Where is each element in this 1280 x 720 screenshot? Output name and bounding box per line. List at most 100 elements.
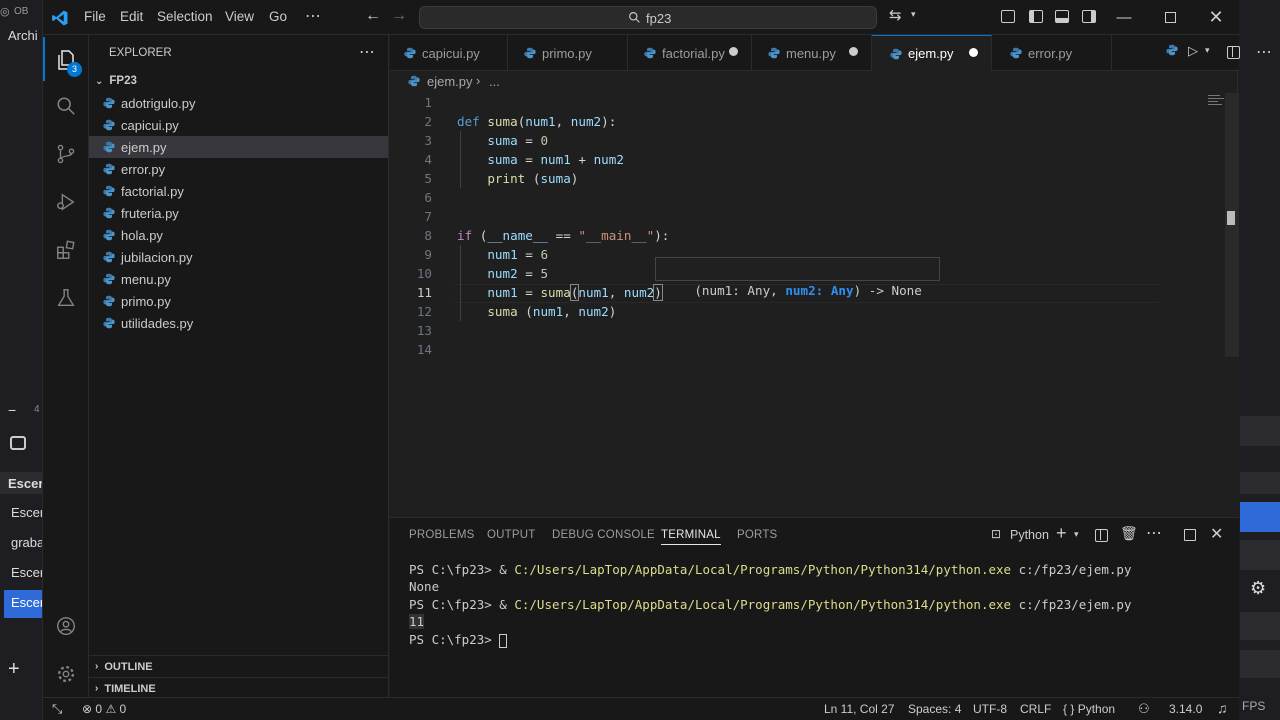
panel-tab-problems[interactable]: PROBLEMS [409,529,475,541]
run-file-icon[interactable]: ▷ [1188,43,1198,59]
file-item[interactable]: utilidades.py [89,312,388,334]
panel-tab-ports[interactable]: PORTS [737,529,777,541]
file-item[interactable]: capicui.py [89,114,388,136]
run-debug-icon[interactable] [43,179,89,225]
python-interpreter[interactable]: 3.14.0 [1169,702,1202,716]
terminal-name[interactable]: Python [1010,528,1049,542]
close-window-button[interactable]: ✕ [1193,0,1239,35]
panel-tab-debug-console[interactable]: DEBUG CONSOLE [552,529,655,541]
file-item[interactable]: ejem.py [89,136,388,158]
language-mode[interactable]: { } Python [1063,702,1115,716]
panel-tab-output[interactable]: OUTPUT [487,529,535,541]
minimize-button[interactable]: — [1101,0,1147,35]
error-count: 0 [95,702,103,716]
terminal-line: PS C:\fp23> & C:/Users/LapTop/AppData/Lo… [409,562,1131,577]
copilot-chevron-icon[interactable]: ▾ [911,9,916,20]
file-item[interactable]: fruteria.py [89,202,388,224]
toggle-sidebar-icon[interactable] [1029,10,1043,23]
testing-icon[interactable] [43,275,89,321]
accounts-icon[interactable] [43,603,89,649]
breadcrumb-file[interactable]: ejem.py [427,74,473,89]
tab-error[interactable]: error.py [992,35,1112,71]
terminal-output[interactable]: PS C:\fp23> & C:/Users/LapTop/AppData/Lo… [390,552,1239,692]
kill-terminal-icon[interactable]: 🗑︎ [1120,525,1138,542]
outline-label: OUTLINE [104,660,153,673]
split-editor-icon[interactable] [1227,46,1240,59]
explorer-icon[interactable]: 3 [43,37,89,83]
tab-menu[interactable]: menu.py [752,35,872,71]
explorer-more-icon[interactable]: ⋯ [359,42,375,62]
toggle-secondary-sidebar-icon[interactable] [1082,10,1096,23]
editor-more-icon[interactable]: ⋯ [1256,42,1272,62]
bg-scene-item[interactable]: Escer [11,565,42,580]
outline-section[interactable]: › OUTLINE [89,655,388,677]
encoding[interactable]: UTF-8 [973,702,1007,716]
split-terminal-icon[interactable] [1095,529,1108,542]
menu-view[interactable]: View [225,9,254,24]
unsaved-dot-icon[interactable] [729,47,738,56]
minimap[interactable] [1208,95,1224,107]
file-item[interactable]: error.py [89,158,388,180]
maximize-button[interactable] [1147,0,1193,35]
tab-ejem[interactable]: ejem.py [872,35,992,71]
menu-edit[interactable]: Edit [120,9,143,24]
indentation[interactable]: Spaces: 4 [908,702,961,716]
new-terminal-icon[interactable]: + [1056,523,1067,544]
source-control-icon[interactable] [43,131,89,177]
copilot-icon[interactable]: ⇆ [889,6,902,24]
end-of-line[interactable]: CRLF [1020,702,1051,716]
bg-scene-item[interactable]: Escer [11,505,42,520]
timeline-section[interactable]: › TIMELINE [89,677,388,699]
menu-selection[interactable]: Selection [157,9,213,24]
forward-arrow-icon[interactable]: → [391,7,407,25]
code-editor[interactable]: 1 2 def suma(num1, num2): 3 suma = 0 4 su… [390,93,1239,517]
file-item[interactable]: primo.py [89,290,388,312]
problems-indicator[interactable]: ⊗ 0 ⚠ 0 [82,702,126,716]
folder-header[interactable]: ⌄ FP23 [89,70,388,92]
manage-gear-icon[interactable] [43,651,89,697]
command-center-search[interactable]: fp23 [419,6,877,29]
terminal-dropdown-icon[interactable]: ▾ [1074,529,1079,540]
bg-settings-icon[interactable]: ⚙ [1250,578,1266,599]
tab-capicui[interactable]: capicui.py [390,35,508,71]
notifications-bell-icon[interactable]: ♫ [1217,700,1228,716]
file-item[interactable]: menu.py [89,268,388,290]
tab-primo[interactable]: primo.py [508,35,628,71]
cursor-position[interactable]: Ln 11, Col 27 [824,702,895,716]
python-run-icon[interactable] [1166,44,1179,57]
breadcrumb-rest[interactable]: ... [489,74,500,89]
close-panel-icon[interactable]: ✕ [1210,524,1223,544]
panel-tab-terminal[interactable]: TERMINAL [661,529,721,545]
python-file-icon [890,48,902,60]
unsaved-dot-icon[interactable] [969,48,978,57]
file-item[interactable]: hola.py [89,224,388,246]
tab-label: error.py [1028,45,1073,61]
editor-scrollbar[interactable] [1225,93,1239,357]
more-menu-icon[interactable]: ⋯ [305,6,321,26]
menu-go[interactable]: Go [269,9,287,24]
tab-label: ejem.py [908,46,954,61]
remote-icon[interactable]: ⤡ [52,701,62,717]
panel-more-icon[interactable]: ⋯ [1146,523,1162,543]
file-item[interactable]: factorial.py [89,180,388,202]
unsaved-dot-icon[interactable] [849,47,858,56]
bg-add-icon[interactable]: + [8,658,20,681]
tab-factorial[interactable]: factorial.py [628,35,752,71]
file-item[interactable]: jubilacion.py [89,246,388,268]
file-item-label: adotrigulo.py [121,95,196,111]
extensions-icon[interactable] [43,227,89,273]
bg-scene-item[interactable]: graba [11,535,42,550]
copilot-status-icon[interactable]: ⚇ [1138,701,1150,717]
bg-title: OB [14,6,29,17]
status-bar: ⤡ ⊗ 0 ⚠ 0 Ln 11, Col 27 Spaces: 4 UTF-8 … [43,697,1239,720]
explorer-sidebar: EXPLORER ⋯ ⌄ FP23 adotrigulo.py capicui.p… [89,35,389,697]
menu-file[interactable]: File [84,9,106,24]
back-arrow-icon[interactable]: ← [365,7,381,25]
customize-layout-icon[interactable] [1001,10,1015,23]
toggle-panel-icon[interactable] [1055,10,1069,23]
run-chevron-icon[interactable]: ▾ [1205,45,1210,56]
maximize-panel-icon[interactable] [1184,529,1196,541]
bg-scene-item-selected[interactable]: Escer [11,595,42,610]
file-item[interactable]: adotrigulo.py [89,92,388,114]
search-view-icon[interactable] [43,83,89,129]
